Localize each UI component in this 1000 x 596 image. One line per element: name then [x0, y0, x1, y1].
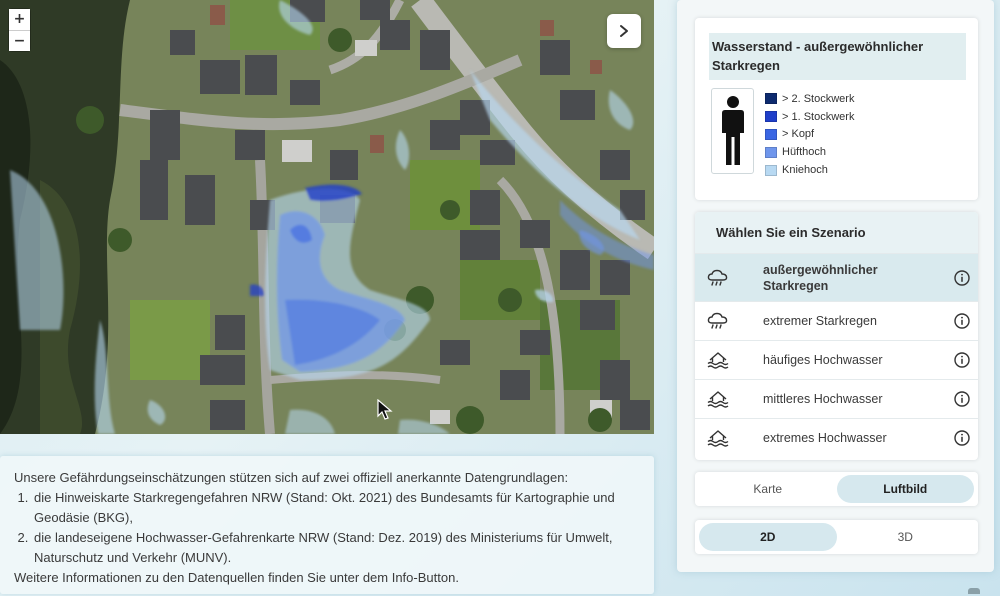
- info-icon[interactable]: [954, 391, 970, 407]
- info-intro: Unsere Gefährdungseinschätzungen stützen…: [14, 470, 569, 485]
- scenario-label: häufiges Hochwasser: [763, 353, 883, 367]
- legend-item: Kniehoch: [765, 161, 854, 179]
- legend-swatch: [765, 146, 777, 158]
- mouse-cursor-icon: [377, 399, 393, 420]
- control-panel: Wasserstand - außergewöhnlicher Starkreg…: [677, 0, 994, 572]
- info-icon[interactable]: [954, 269, 970, 286]
- person-icon: [711, 88, 754, 174]
- source-item: die Hinweiskarte Starkregengefahren NRW …: [32, 488, 640, 528]
- info-outro: Weitere Informationen zu den Datenquelle…: [14, 570, 459, 585]
- legend-item: > 2. Stockwerk: [765, 90, 854, 108]
- legend-item: > 1. Stockwerk: [765, 108, 854, 126]
- legend-swatch: [765, 128, 777, 140]
- scenario-label: extremer Starkregen: [763, 314, 877, 328]
- aerial-map[interactable]: + −: [0, 0, 654, 434]
- legend-swatch: [765, 111, 777, 123]
- scenario-label: außergewöhnlicher Starkregen: [763, 262, 878, 293]
- legend-label: > Kopf: [782, 128, 815, 141]
- legend-item: Hüfthoch: [765, 143, 854, 161]
- zoom-control: + −: [9, 9, 30, 51]
- rain-cloud-icon: [707, 269, 728, 286]
- chevron-right-icon: [620, 25, 628, 37]
- legend-swatch: [765, 93, 777, 105]
- rain-cloud-icon: [707, 312, 728, 329]
- info-icon[interactable]: [954, 430, 970, 446]
- zoom-in-button[interactable]: +: [9, 9, 30, 30]
- legend-label: > 2. Stockwerk: [782, 92, 855, 105]
- zoom-out-button[interactable]: −: [9, 30, 30, 51]
- source-item: die landeseigene Hochwasser-Gefahrenkart…: [32, 528, 640, 568]
- data-source-info: Unsere Gefährdungseinschätzungen stützen…: [0, 456, 654, 594]
- scenario-haeufiges-hochwasser[interactable]: häufiges Hochwasser: [695, 340, 978, 379]
- scenario-extremes-hochwasser[interactable]: extremes Hochwasser: [695, 418, 978, 457]
- flood-house-icon: [707, 430, 729, 447]
- info-icon[interactable]: [954, 352, 970, 368]
- flood-house-icon: [707, 391, 729, 408]
- flood-house-icon: [707, 352, 729, 369]
- basemap-karte-button[interactable]: Karte: [699, 475, 837, 503]
- legend-label: > 1. Stockwerk: [782, 110, 855, 123]
- view-3d-button[interactable]: 3D: [837, 523, 975, 551]
- view-2d-button[interactable]: 2D: [699, 523, 837, 551]
- legend-label: Hüfthoch: [782, 146, 827, 159]
- aerial-imagery[interactable]: [0, 0, 654, 434]
- scenario-mittleres-hochwasser[interactable]: mittleres Hochwasser: [695, 379, 978, 418]
- scenario-aussergewoehnlicher-starkregen[interactable]: außergewöhnlicher Starkregen: [695, 253, 978, 301]
- scenario-label: mittleres Hochwasser: [763, 392, 883, 406]
- info-icon[interactable]: [954, 313, 970, 329]
- basemap-luftbild-button[interactable]: Luftbild: [836, 475, 974, 503]
- source-list: die Hinweiskarte Starkregengefahren NRW …: [32, 488, 640, 568]
- legend-swatch: [765, 164, 777, 176]
- legend-item: > Kopf: [765, 126, 854, 144]
- legend-list: > 2. Stockwerk > 1. Stockwerk > Kopf Hüf…: [765, 90, 854, 179]
- scenario-label: extremes Hochwasser: [763, 431, 887, 445]
- view-mode-toggle: 2D 3D: [695, 520, 978, 554]
- legend-card: Wasserstand - außergewöhnlicher Starkreg…: [695, 18, 978, 200]
- basemap-toggle: Karte Luftbild: [695, 472, 978, 506]
- expand-panel-button[interactable]: [607, 14, 641, 48]
- legend-label: Kniehoch: [782, 164, 828, 177]
- legend-title: Wasserstand - außergewöhnlicher Starkreg…: [709, 33, 966, 80]
- resize-handle[interactable]: [968, 588, 980, 594]
- scenario-selector: Wählen Sie ein Szenario außergewöhnliche…: [695, 212, 978, 460]
- scenario-extremer-starkregen[interactable]: extremer Starkregen: [695, 301, 978, 340]
- scenario-header: Wählen Sie ein Szenario: [695, 212, 978, 253]
